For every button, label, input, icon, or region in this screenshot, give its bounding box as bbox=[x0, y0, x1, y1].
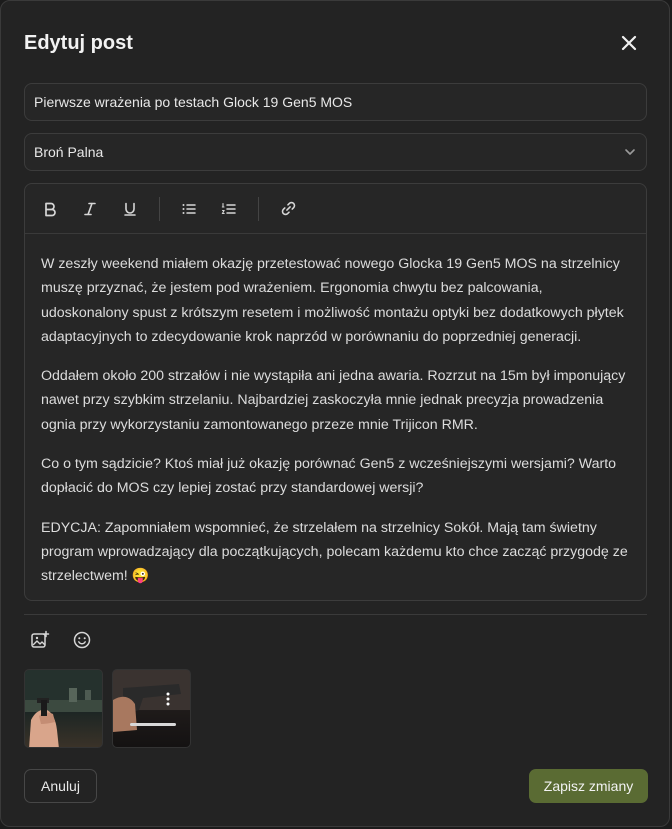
close-icon bbox=[621, 35, 637, 51]
add-image-icon bbox=[31, 630, 50, 648]
content-paragraph: Co o tym sądzicie? Ktoś miał już okazję … bbox=[41, 456, 617, 497]
more-options-button[interactable] bbox=[162, 692, 174, 708]
bullet-list-button[interactable] bbox=[176, 196, 202, 222]
modal-title: Edytuj post bbox=[24, 32, 133, 54]
toolbar-divider bbox=[258, 196, 259, 221]
toolbar-divider bbox=[159, 196, 160, 221]
add-image-button[interactable] bbox=[29, 629, 51, 651]
save-changes-button[interactable]: Zapisz zmiany bbox=[529, 769, 648, 803]
link-icon bbox=[281, 201, 295, 216]
more-vertical-icon bbox=[166, 692, 170, 706]
italic-icon bbox=[84, 202, 96, 215]
bold-icon bbox=[45, 202, 56, 216]
numbered-list-button[interactable] bbox=[216, 196, 242, 222]
rich-text-editor: W zeszły weekend miałem okazję przetesto… bbox=[24, 183, 647, 601]
cancel-button[interactable]: Anuluj bbox=[24, 769, 97, 803]
numbered-list-icon bbox=[221, 202, 236, 214]
category-selected-value: Broń Palna bbox=[34, 144, 104, 160]
italic-button[interactable] bbox=[77, 196, 103, 222]
image-thumbnail[interactable] bbox=[112, 669, 191, 748]
section-divider bbox=[24, 614, 647, 615]
underline-icon bbox=[124, 202, 136, 216]
pistol-photo bbox=[113, 670, 190, 732]
underline-button[interactable] bbox=[117, 196, 143, 222]
editor-content[interactable]: W zeszły weekend miałem okazję przetesto… bbox=[25, 234, 646, 589]
link-button[interactable] bbox=[275, 196, 301, 222]
content-paragraph: EDYCJA: Zapomniałem wspomnieć, że strzel… bbox=[41, 519, 628, 585]
emoji-icon bbox=[73, 631, 91, 649]
post-title-field[interactable] bbox=[24, 83, 647, 121]
content-paragraph: Oddałem około 200 strzałów i nie wystąpi… bbox=[41, 368, 626, 433]
post-title-input[interactable] bbox=[25, 84, 646, 120]
image-thumbnail[interactable] bbox=[24, 669, 103, 748]
media-toolbar bbox=[29, 629, 113, 651]
emoji-button[interactable] bbox=[71, 629, 93, 651]
bullet-list-icon bbox=[182, 203, 196, 214]
bold-button[interactable] bbox=[37, 196, 63, 222]
editor-toolbar bbox=[25, 184, 646, 234]
content-paragraph: W zeszły weekend miałem okazję przetesto… bbox=[41, 256, 624, 345]
shooting-range-photo bbox=[25, 670, 102, 747]
category-select[interactable]: Broń Palna bbox=[24, 133, 647, 171]
close-button[interactable] bbox=[615, 29, 643, 57]
chevron-down-icon bbox=[625, 149, 635, 155]
edit-post-modal: Edytuj post Broń Palna bbox=[0, 0, 670, 827]
